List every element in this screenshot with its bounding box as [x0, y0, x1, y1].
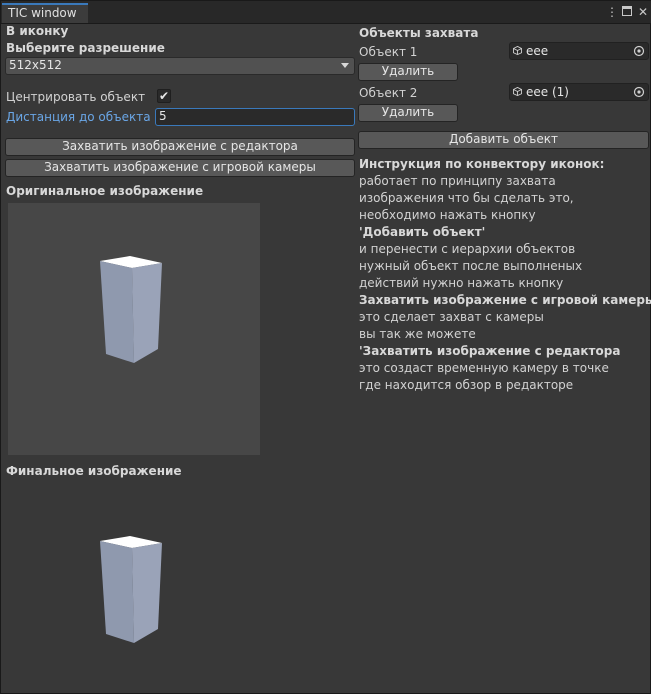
chevron-down-icon — [341, 63, 349, 68]
tic-window: TIC window ⋮ ✕ В иконку Выберите разреше… — [0, 0, 651, 694]
gameobject-icon — [513, 87, 522, 96]
section-title-icon: В иконку — [6, 24, 69, 38]
capture-objects-title: Объекты захвата — [359, 26, 479, 40]
object-2-field[interactable]: eee (1) — [509, 83, 649, 101]
original-image-label: Оригинальное изображение — [6, 184, 204, 198]
close-icon[interactable]: ✕ — [638, 4, 648, 20]
resolution-value: 512x512 — [9, 58, 62, 72]
add-object-button[interactable]: Добавить объект — [358, 131, 649, 149]
instruction-line: вы так же можете — [359, 327, 476, 341]
checkmark-icon: ✔ — [158, 89, 170, 103]
object-1-field[interactable]: eee — [509, 42, 649, 60]
instructions: Инструкция по конвектору иконок: работае… — [359, 156, 651, 394]
cube-render-final — [100, 536, 162, 643]
capture-editor-button[interactable]: Захватить изображение с редактора — [5, 138, 355, 156]
instruction-line: изображения что бы сделать это, — [359, 191, 574, 205]
delete-object-2-button[interactable]: Удалить — [358, 104, 458, 122]
center-object-label: Центрировать объект — [6, 90, 146, 104]
object-1-label: Объект 1 — [359, 45, 418, 59]
instruction-line: это создаст временную камеру в точке — [359, 361, 609, 375]
distance-input[interactable]: 5 — [155, 108, 355, 126]
delete-object-1-button[interactable]: Удалить — [358, 63, 458, 81]
instruction-line: и перенести с иерархии объектов — [359, 242, 576, 256]
distance-label: Дистанция до объекта — [6, 110, 151, 124]
capture-game-camera-button[interactable]: Захватить изображение с игровой камеры — [5, 159, 355, 177]
center-object-checkbox[interactable]: ✔ — [157, 89, 171, 103]
cube-render-original — [100, 256, 162, 363]
instruction-line: необходимо нажать кнопку — [359, 208, 536, 222]
instruction-line: 'Добавить объект' — [359, 225, 486, 239]
original-image-preview — [8, 203, 260, 455]
final-image-label: Финальное изображение — [6, 464, 182, 478]
tab-bar: TIC window ⋮ ✕ — [1, 1, 651, 24]
object-1-value: eee — [526, 44, 549, 58]
instruction-line: Инструкция по конвектору иконок: — [359, 157, 605, 171]
object-2-label: Объект 2 — [359, 86, 418, 100]
instruction-line: нужный объект после выполненых — [359, 259, 583, 273]
resolution-label: Выберите разрешение — [6, 41, 165, 55]
resolution-dropdown[interactable]: 512x512 — [5, 57, 355, 75]
object-picker-icon[interactable] — [633, 86, 645, 98]
object-2-value: eee (1) — [526, 85, 569, 99]
instruction-line: действий нужно нажать кнопку — [359, 276, 564, 290]
final-image-preview — [8, 483, 260, 693]
instruction-line: работает по принципу захвата — [359, 174, 556, 188]
gameobject-icon — [513, 46, 522, 55]
instruction-line: где находится обзор в редакторе — [359, 378, 574, 392]
object-picker-icon[interactable] — [633, 45, 645, 57]
maximize-icon[interactable] — [622, 4, 632, 20]
instruction-line: Захватить изображение с игровой камеры — [359, 293, 651, 307]
more-icon[interactable]: ⋮ — [606, 4, 618, 20]
tab-tic-window[interactable]: TIC window — [2, 3, 88, 23]
instruction-line: это сделает захват с камеры — [359, 310, 544, 324]
instruction-line: 'Захватить изображение с редактора — [359, 344, 621, 358]
window-controls: ⋮ ✕ — [606, 4, 648, 20]
